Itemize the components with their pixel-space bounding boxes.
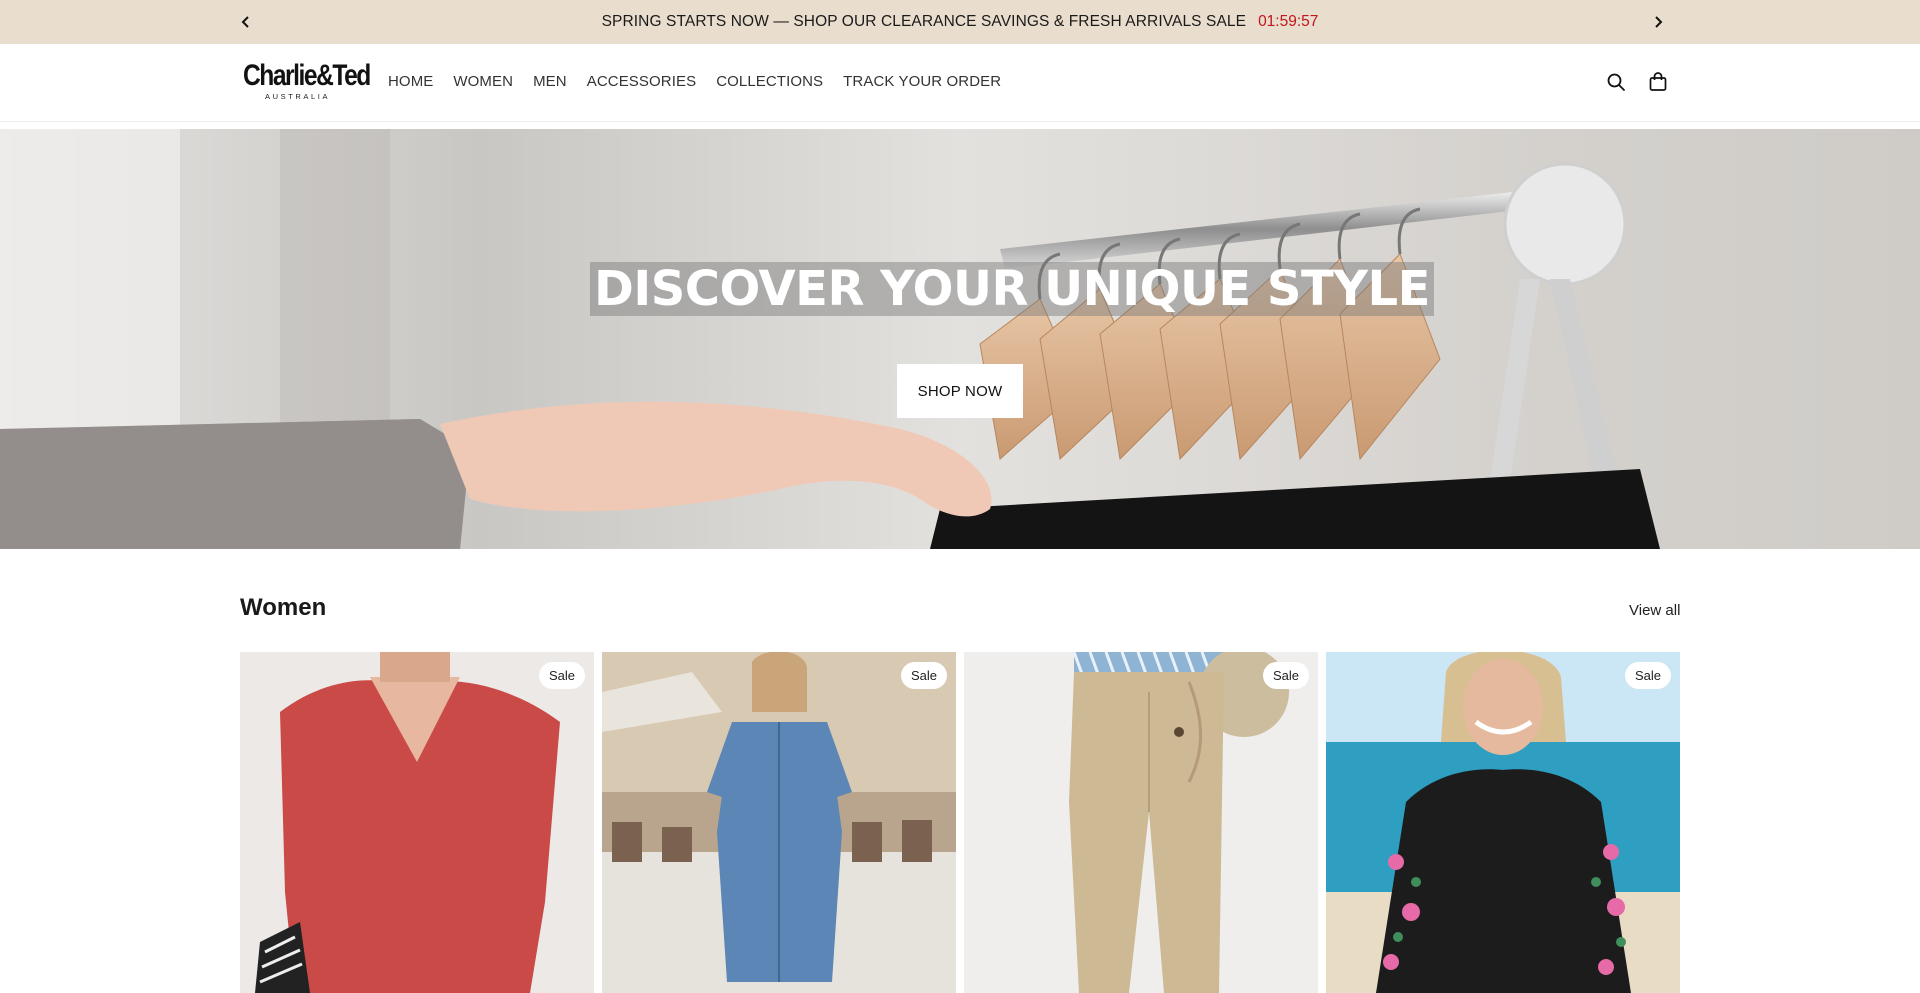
nav-collections[interactable]: COLLECTIONS	[716, 73, 823, 90]
announcement-message: SPRING STARTS NOW — SHOP OUR CLEARANCE S…	[601, 13, 1247, 30]
logo-text: Charlie&Ted	[243, 59, 371, 92]
sale-badge: Sale	[1262, 662, 1309, 689]
product-card[interactable]: Sale	[964, 652, 1318, 993]
nav-accessories[interactable]: ACCESSORIES	[587, 73, 696, 90]
product-image	[964, 652, 1318, 993]
nav-men[interactable]: MEN	[533, 73, 567, 90]
logo[interactable]: Charlie&Ted AUSTRALIA	[243, 59, 371, 102]
sale-badge: Sale	[538, 662, 585, 689]
product-image	[240, 652, 594, 993]
product-card[interactable]: Sale	[240, 652, 594, 993]
view-all-link[interactable]: View all	[1629, 602, 1680, 619]
nav-home[interactable]: HOME	[388, 73, 433, 90]
main-nav: HOME WOMEN MEN ACCESSORIES COLLECTIONS T…	[388, 73, 1021, 90]
chevron-right-icon[interactable]	[1648, 12, 1668, 32]
announcement-bar: SPRING STARTS NOW — SHOP OUR CLEARANCE S…	[0, 0, 1920, 44]
product-card[interactable]: Sale	[1326, 652, 1680, 993]
bag-icon[interactable]	[1647, 71, 1669, 93]
section-title: Women	[240, 594, 327, 621]
product-grid: Sale Sale Sale Sale	[240, 652, 1680, 993]
product-card[interactable]: Sale	[602, 652, 956, 993]
product-image	[602, 652, 956, 993]
hero-image	[0, 129, 1920, 549]
logo-subtext: AUSTRALIA	[265, 92, 331, 101]
product-image	[1326, 652, 1680, 993]
sale-badge: Sale	[1624, 662, 1671, 689]
search-icon[interactable]	[1605, 71, 1627, 93]
nav-women[interactable]: WOMEN	[453, 73, 513, 90]
sale-badge: Sale	[900, 662, 947, 689]
nav-track-order[interactable]: TRACK YOUR ORDER	[843, 73, 1001, 90]
hero-title: DISCOVER YOUR UNIQUE STYLE	[590, 262, 1434, 316]
chevron-left-icon[interactable]	[236, 12, 256, 32]
site-header: Charlie&Ted AUSTRALIA HOME WOMEN MEN ACC…	[0, 44, 1920, 122]
countdown-timer: 01:59:57	[1258, 13, 1319, 30]
shop-now-button[interactable]: SHOP NOW	[897, 364, 1023, 418]
hero-banner: DISCOVER YOUR UNIQUE STYLE SHOP NOW	[0, 129, 1920, 549]
